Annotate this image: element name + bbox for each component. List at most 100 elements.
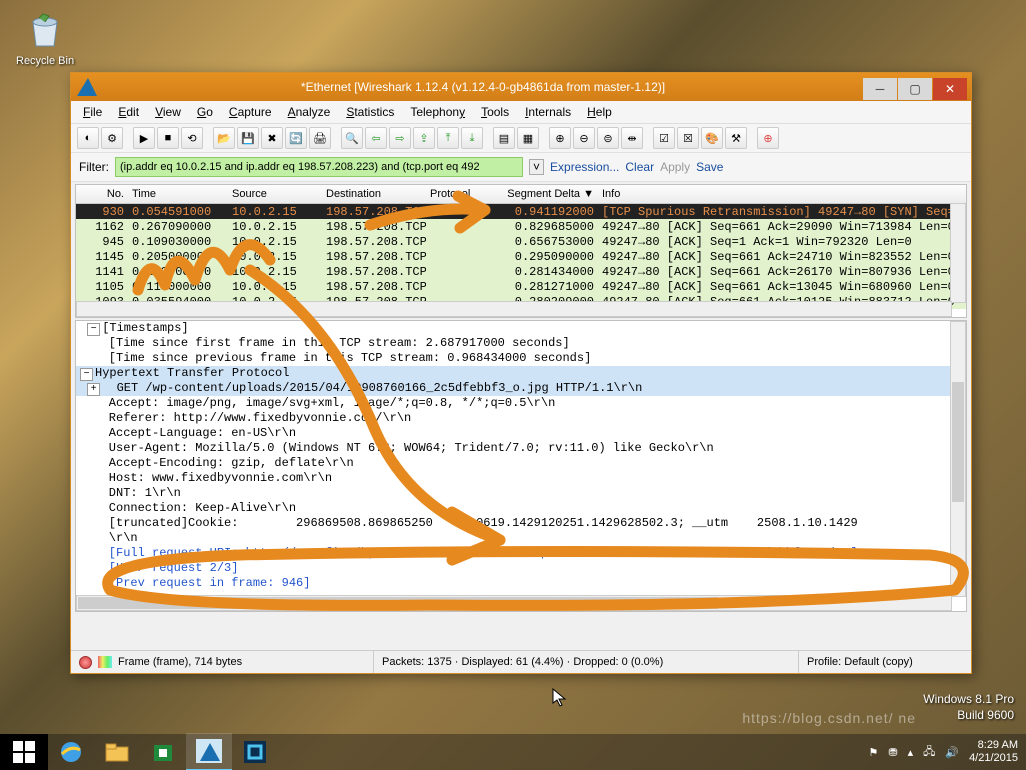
display-filters-button[interactable]: ☒ <box>677 127 699 149</box>
packet-row[interactable]: 11450.20500000010.0.2.15198.57.208.TCP0.… <box>76 249 966 264</box>
details-vscroll[interactable] <box>950 321 966 597</box>
options-button[interactable]: ⚙ <box>101 127 123 149</box>
zoom-in-button[interactable]: ⊕ <box>549 127 571 149</box>
col-source[interactable]: Source <box>228 188 322 200</box>
titlebar[interactable]: *Ethernet [Wireshark 1.12.4 (v1.12.4-0-g… <box>71 73 971 101</box>
save-filter-button[interactable]: Save <box>696 160 723 174</box>
filter-dropdown-icon[interactable]: ˅ <box>529 159 544 175</box>
full-uri[interactable]: [Full request URI: http://www.fixedbyvon… <box>76 546 966 561</box>
packet-row[interactable]: 9450.10903000010.0.2.15198.57.208.TCP0.6… <box>76 234 966 249</box>
expand-icon[interactable]: + <box>87 383 100 396</box>
wireshark-window: *Ethernet [Wireshark 1.12.4 (v1.12.4-0-g… <box>70 72 972 674</box>
restart-capture-button[interactable]: ⟲ <box>181 127 203 149</box>
get-line[interactable]: + GET /wp-content/uploads/2015/04/109087… <box>76 381 966 396</box>
maximize-button[interactable]: ▢ <box>898 78 932 100</box>
col-time[interactable]: Time <box>128 188 228 200</box>
system-tray[interactable]: ⚑ ⛃ ▴ 🖧 🔊 8:29 AM4/21/2015 <box>868 739 1026 765</box>
menu-help[interactable]: Help <box>579 105 620 119</box>
recycle-bin-icon <box>23 8 67 52</box>
status-mid: Packets: 1375 · Displayed: 61 (4.4%) · D… <box>382 656 663 668</box>
palette-icon[interactable] <box>98 656 112 668</box>
help-button[interactable]: ⊕ <box>757 127 779 149</box>
packet-list-pane[interactable]: No. Time Source Destination Protocol Seg… <box>75 184 967 318</box>
col-delta[interactable]: Segment Delta ▼ <box>492 188 598 200</box>
clear-button[interactable]: Clear <box>625 160 654 174</box>
statusbar: Frame (frame), 714 bytes Packets: 1375 ·… <box>71 650 971 673</box>
packet-details-pane[interactable]: −[Timestamps] [Time since first frame in… <box>75 320 967 612</box>
packet-hscroll[interactable] <box>76 301 952 317</box>
apply-button[interactable]: Apply <box>660 160 690 174</box>
preferences-button[interactable]: ⚒ <box>725 127 747 149</box>
packet-list-header[interactable]: No. Time Source Destination Protocol Seg… <box>76 185 966 204</box>
print-button[interactable]: 🖨 <box>309 127 331 149</box>
last-button[interactable]: ⤓ <box>461 127 483 149</box>
details-hscroll[interactable] <box>76 595 952 611</box>
tray-chevron-up-icon[interactable]: ▴ <box>908 746 914 759</box>
menu-view[interactable]: View <box>147 105 189 119</box>
recycle-bin[interactable]: Recycle Bin <box>16 8 74 67</box>
start-button[interactable] <box>0 734 48 770</box>
filter-label: Filter: <box>79 160 109 174</box>
close-file-button[interactable]: ✖ <box>261 127 283 149</box>
collapse-icon[interactable]: − <box>87 323 100 336</box>
first-button[interactable]: ⤒ <box>437 127 459 149</box>
find-button[interactable]: 🔍 <box>341 127 363 149</box>
menu-file[interactable]: File <box>75 105 110 119</box>
zoom-out-button[interactable]: ⊖ <box>573 127 595 149</box>
tray-drive-icon[interactable]: ⛃ <box>888 746 897 759</box>
http-node[interactable]: −Hypertext Transfer Protocol <box>76 366 966 381</box>
menu-tools[interactable]: Tools <box>473 105 517 119</box>
close-button[interactable]: ✕ <box>933 78 967 100</box>
start-capture-button[interactable]: ▶ <box>133 127 155 149</box>
expert-info-icon[interactable] <box>79 656 92 669</box>
col-proto[interactable]: Protocol <box>426 188 492 200</box>
window-title: *Ethernet [Wireshark 1.12.4 (v1.12.4-0-g… <box>103 80 863 94</box>
capture-filters-button[interactable]: ☑ <box>653 127 675 149</box>
colorize-button[interactable]: ▤ <box>493 127 515 149</box>
autoscroll-button[interactable]: ▦ <box>517 127 539 149</box>
task-ie[interactable] <box>48 734 94 770</box>
packet-row[interactable]: 11620.26709000010.0.2.15198.57.208.TCP0.… <box>76 219 966 234</box>
menu-analyze[interactable]: Analyze <box>280 105 339 119</box>
col-dest[interactable]: Destination <box>322 188 426 200</box>
menu-statistics[interactable]: Statistics <box>338 105 402 119</box>
main-toolbar: ◐ ⚙ ▶ ■ ⟲ 📂 💾 ✖ 🔄 🖨 🔍 ⇦ ⇨ ⇪ ⤒ ⤓ ▤ ▦ ⊕ ⊖ … <box>71 124 971 153</box>
collapse-icon[interactable]: − <box>80 368 93 381</box>
open-button[interactable]: 📂 <box>213 127 235 149</box>
status-profile[interactable]: Profile: Default (copy) <box>807 656 913 668</box>
coloring-rules-button[interactable]: 🎨 <box>701 127 723 149</box>
resize-columns-button[interactable]: ⇹ <box>621 127 643 149</box>
col-no[interactable]: No. <box>76 188 128 200</box>
packet-row[interactable]: 11410.24300000010.0.2.15198.57.208.TCP0.… <box>76 264 966 279</box>
packet-row[interactable]: 9300.05459100010.0.2.15198.57.208.TCP0.9… <box>76 204 966 219</box>
goto-button[interactable]: ⇪ <box>413 127 435 149</box>
stop-capture-button[interactable]: ■ <box>157 127 179 149</box>
task-store[interactable] <box>140 734 186 770</box>
interfaces-button[interactable]: ◐ <box>77 127 99 149</box>
taskbar[interactable]: ⚑ ⛃ ▴ 🖧 🔊 8:29 AM4/21/2015 <box>0 734 1026 770</box>
tray-flag-icon[interactable]: ⚑ <box>868 746 878 759</box>
task-wireshark[interactable] <box>186 733 232 770</box>
menu-capture[interactable]: Capture <box>221 105 280 119</box>
wireshark-icon <box>77 78 97 96</box>
task-explorer[interactable] <box>94 734 140 770</box>
menu-internals[interactable]: Internals <box>517 105 579 119</box>
menu-edit[interactable]: Edit <box>110 105 147 119</box>
back-button[interactable]: ⇦ <box>365 127 387 149</box>
packet-vscroll[interactable] <box>950 203 966 303</box>
zoom-reset-button[interactable]: ⊜ <box>597 127 619 149</box>
task-app[interactable] <box>232 734 278 770</box>
packet-row[interactable]: 11050.11000000010.0.2.15198.57.208.TCP0.… <box>76 279 966 294</box>
forward-button[interactable]: ⇨ <box>389 127 411 149</box>
tray-network-icon[interactable]: 🖧 <box>923 743 935 762</box>
menu-go[interactable]: Go <box>189 105 221 119</box>
tray-clock[interactable]: 8:29 AM4/21/2015 <box>969 739 1018 765</box>
reload-button[interactable]: 🔄 <box>285 127 307 149</box>
tray-volume-icon[interactable]: 🔊 <box>945 746 959 759</box>
menu-telephony[interactable]: Telephony <box>402 105 473 119</box>
expression-button[interactable]: Expression... <box>550 160 619 174</box>
filter-input[interactable] <box>115 157 523 177</box>
col-info[interactable]: Info <box>598 188 966 200</box>
save-button[interactable]: 💾 <box>237 127 259 149</box>
minimize-button[interactable]: ─ <box>863 78 897 100</box>
